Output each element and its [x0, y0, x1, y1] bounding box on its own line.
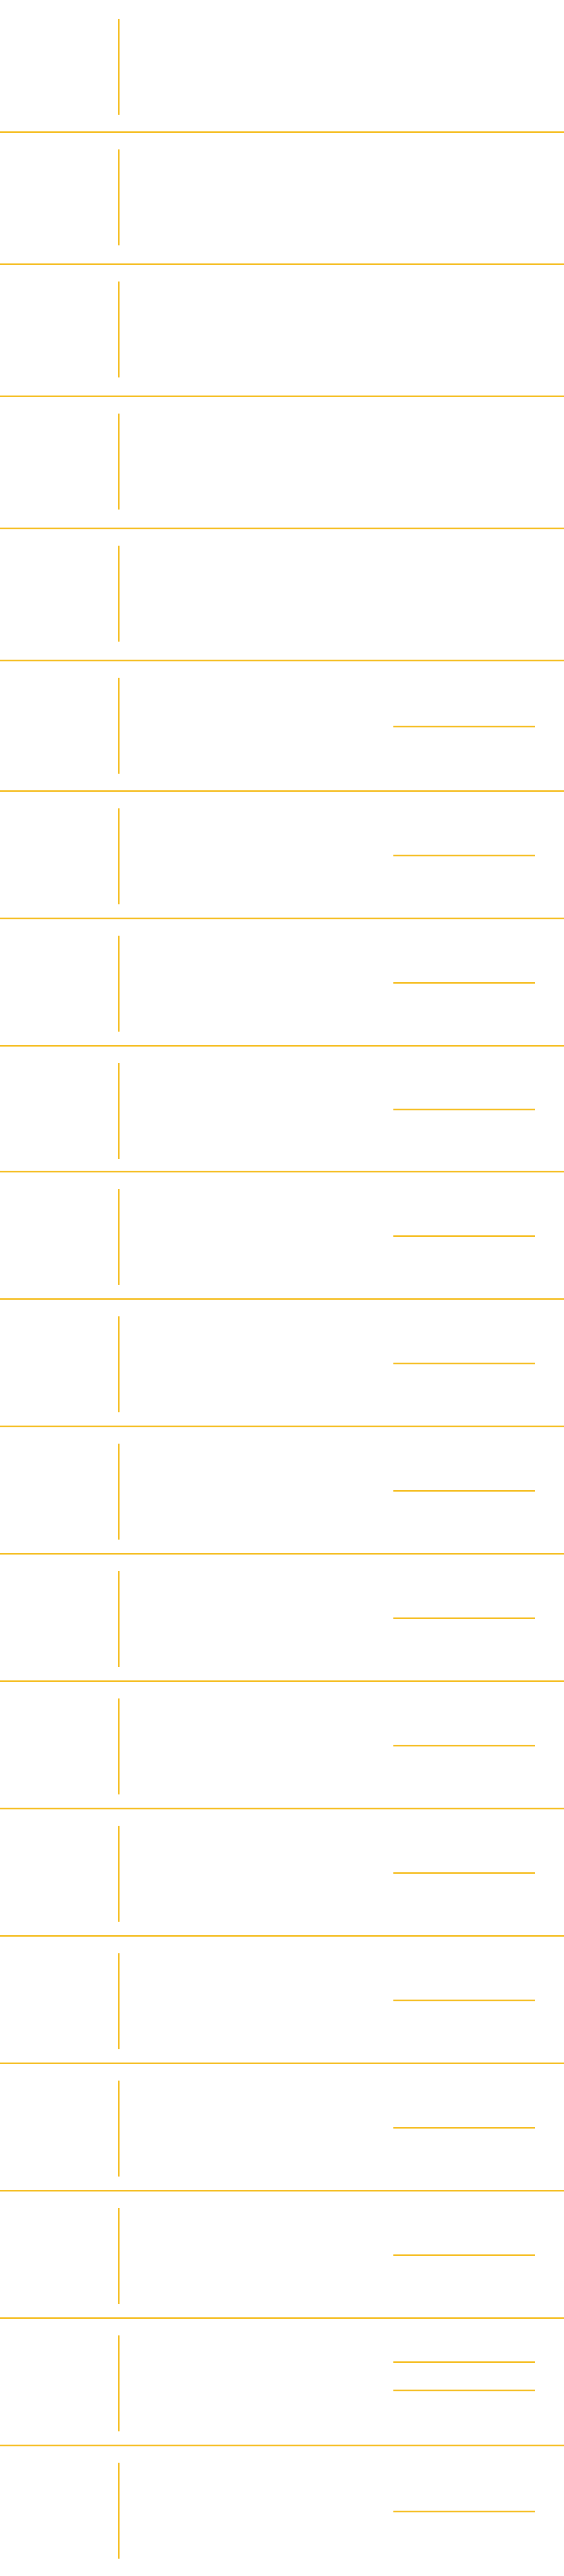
input-underline[interactable] [393, 2511, 535, 2512]
form-row [0, 396, 564, 529]
input-underline[interactable] [393, 2361, 535, 2363]
form-row [0, 2445, 564, 2576]
column-divider [118, 1698, 120, 1794]
column-divider [118, 2335, 120, 2431]
form-row [0, 1299, 564, 1427]
input-underline[interactable] [393, 1235, 535, 1237]
form-row [0, 661, 564, 792]
column-divider [118, 1063, 120, 1159]
column-divider [118, 19, 120, 115]
form-row [0, 2318, 564, 2446]
form-row [0, 2191, 564, 2319]
form-row [0, 1046, 564, 1172]
column-divider [118, 282, 120, 377]
column-divider [118, 2081, 120, 2177]
form-row [0, 264, 564, 397]
form-row [0, 528, 564, 661]
column-divider [118, 546, 120, 642]
column-divider [118, 414, 120, 510]
form-row [0, 1681, 564, 1809]
input-underline[interactable] [393, 1109, 535, 1110]
input-underline[interactable] [393, 2390, 535, 2391]
column-divider [118, 1316, 120, 1412]
form-row [0, 791, 564, 919]
column-divider [118, 2208, 120, 2304]
input-underline[interactable] [393, 1490, 535, 1492]
input-underline[interactable] [393, 1617, 535, 1619]
form-row [0, 132, 564, 265]
input-underline[interactable] [393, 2127, 535, 2129]
input-underline[interactable] [393, 2000, 535, 2001]
input-underline[interactable] [393, 1872, 535, 1874]
form-row [0, 918, 564, 1047]
column-divider [118, 1826, 120, 1922]
form-row [0, 1936, 564, 2064]
column-divider [118, 1953, 120, 2049]
form-row [0, 1809, 564, 1937]
input-underline[interactable] [393, 726, 535, 727]
form-row [0, 1172, 564, 1300]
column-divider [118, 678, 120, 774]
form-row [0, 1554, 564, 1682]
column-divider [118, 808, 120, 904]
column-divider [118, 2463, 120, 2559]
input-underline[interactable] [393, 2254, 535, 2256]
input-underline[interactable] [393, 855, 535, 856]
column-divider [118, 1444, 120, 1540]
form-row [0, 1426, 564, 1555]
column-divider [118, 1571, 120, 1667]
form-grid [0, 0, 564, 2576]
column-divider [118, 936, 120, 1032]
form-row [0, 2063, 564, 2191]
form-row [0, 0, 564, 133]
column-divider [118, 1189, 120, 1285]
column-divider [118, 149, 120, 245]
input-underline[interactable] [393, 1363, 535, 1364]
input-underline[interactable] [393, 1745, 535, 1746]
input-underline[interactable] [393, 982, 535, 984]
